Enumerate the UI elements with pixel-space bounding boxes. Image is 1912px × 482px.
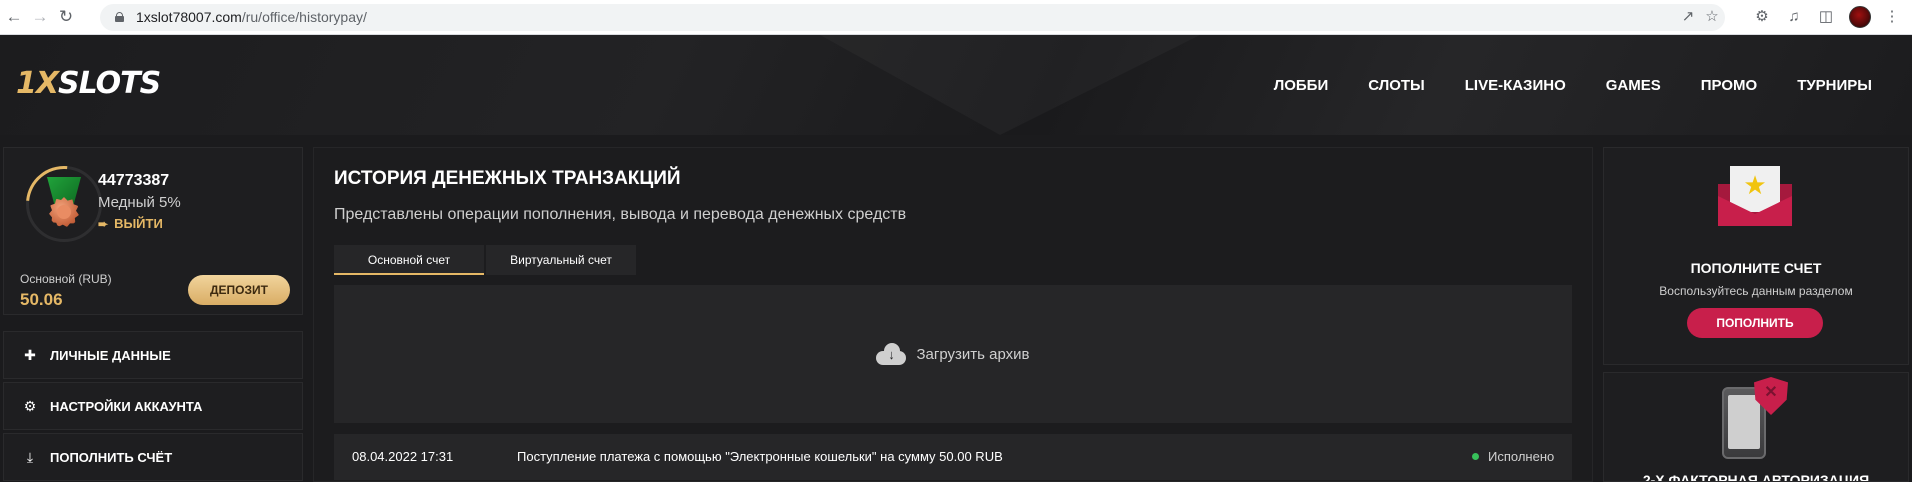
download-icon: ⤓	[26, 448, 34, 465]
site-logo[interactable]: 1XSLOTS	[16, 66, 161, 102]
transaction-description: Поступление платежа с помощью "Электронн…	[517, 449, 1003, 464]
status-dot-icon	[1472, 453, 1479, 460]
transaction-status: Исполнено	[1472, 449, 1554, 464]
nav-games[interactable]: GAMES	[1606, 77, 1661, 94]
back-arrow-icon[interactable]: ←	[4, 7, 24, 27]
transaction-status-label: Исполнено	[1488, 449, 1555, 464]
transaction-history-panel: ИСТОРИЯ ДЕНЕЖНЫХ ТРАНЗАКЦИЙ Представлены…	[313, 147, 1593, 482]
bookmark-star-icon[interactable]: ☆	[1702, 7, 1722, 27]
cloud-download-icon: ↓	[876, 343, 907, 365]
side-panel-icon[interactable]: ◫	[1816, 7, 1836, 27]
tab-virtual-account[interactable]: Виртуальный счет	[486, 245, 636, 275]
lock-icon[interactable]	[115, 12, 124, 22]
page-title: ИСТОРИЯ ДЕНЕЖНЫХ ТРАНЗАКЦИЙ	[334, 168, 681, 189]
logout-link[interactable]: ➨ ВЫЙТИ	[98, 216, 163, 231]
sidebar-item-label: ЛИЧНЫЕ ДАННЫЕ	[50, 347, 171, 363]
transaction-row[interactable]: 08.04.2022 17:31 Поступление платежа с п…	[334, 434, 1572, 480]
two-factor-title: 2-Х ФАКТОРНАЯ АВТОРИЗАЦИЯ	[1642, 472, 1870, 482]
nav-promo[interactable]: ПРОМО	[1701, 77, 1757, 94]
upload-archive-button[interactable]: ↓ Загрузить архив	[334, 285, 1572, 423]
deposit-button[interactable]: ДЕПОЗИТ	[188, 275, 290, 305]
sidebar-item-label: НАСТРОЙКИ АККАУНТА	[50, 398, 203, 414]
address-bar[interactable]: 1xslot78007.com/ru/office/historypay/ ↗ …	[100, 4, 1725, 31]
page-subtitle: Представлены операции пополнения, вывода…	[334, 206, 907, 223]
sidebar-item-personal-data[interactable]: ✚ ЛИЧНЫЕ ДАННЫЕ	[3, 331, 303, 379]
nav-slots[interactable]: СЛОТЫ	[1368, 77, 1425, 94]
gears-icon: ⚙	[23, 397, 37, 414]
main-nav: ЛОББИ СЛОТЫ LIVE-КАЗИНО GAMES ПРОМО ТУРН…	[1234, 35, 1872, 135]
account-tabs: Основной счет Виртуальный счет	[334, 245, 638, 275]
two-factor-card: ✕ 2-Х ФАКТОРНАЯ АВТОРИЗАЦИЯ	[1603, 372, 1909, 482]
more-menu-icon[interactable]: ⋮	[1882, 7, 1902, 27]
browser-profile-avatar[interactable]	[1849, 6, 1871, 28]
extensions-puzzle-icon[interactable]: ⚙	[1752, 7, 1772, 27]
promo-title: ПОПОЛНИТЕ СЧЕТ	[1690, 260, 1822, 276]
browser-toolbar: ← → ↻ 1xslot78007.com/ru/office/historyp…	[0, 0, 1912, 35]
user-level: Медный 5%	[98, 194, 181, 211]
nav-lobby[interactable]: ЛОББИ	[1274, 77, 1329, 94]
nav-tournaments[interactable]: ТУРНИРЫ	[1797, 77, 1872, 94]
top-up-button[interactable]: ПОПОЛНИТЬ	[1687, 308, 1823, 338]
user-id: 44773387	[98, 172, 170, 189]
upload-archive-label: Загрузить архив	[916, 345, 1030, 363]
user-plus-icon: ✚	[24, 346, 36, 363]
nav-live-casino[interactable]: LIVE-КАЗИНО	[1465, 77, 1566, 94]
balance-label: Основной (RUB)	[20, 272, 112, 286]
envelope-star-icon: ★	[1718, 166, 1792, 226]
reload-icon[interactable]: ↻	[56, 7, 76, 27]
profile-card: 44773387 Медный 5% ➨ ВЫЙТИ Основной (RUB…	[3, 147, 303, 315]
sidebar-item-account-settings[interactable]: ⚙ НАСТРОЙКИ АККАУНТА	[3, 382, 303, 430]
logout-label: ВЫЙТИ	[114, 216, 163, 231]
transaction-date: 08.04.2022 17:31	[352, 449, 454, 464]
copper-medal-icon	[43, 177, 85, 233]
url-text[interactable]: 1xslot78007.com/ru/office/historypay/	[136, 4, 367, 31]
share-icon[interactable]: ↗	[1678, 7, 1698, 27]
level-progress-ring	[10, 150, 118, 258]
forward-arrow-icon[interactable]: →	[30, 7, 50, 27]
sidebar-item-label: ПОПОЛНИТЬ СЧЁТ	[50, 449, 173, 465]
promo-text: Воспользуйтесь данным разделом	[1659, 284, 1853, 298]
top-up-promo-card: ★ ПОПОЛНИТЕ СЧЕТ Воспользуйтесь данным р…	[1603, 147, 1909, 365]
sidebar-item-top-up[interactable]: ⤓ ПОПОЛНИТЬ СЧЁТ	[3, 433, 303, 481]
balance-value: 50.06	[20, 290, 63, 309]
logout-icon: ➨	[98, 216, 109, 231]
media-control-icon[interactable]: ♫	[1784, 7, 1804, 27]
tab-main-account[interactable]: Основной счет	[334, 245, 484, 275]
